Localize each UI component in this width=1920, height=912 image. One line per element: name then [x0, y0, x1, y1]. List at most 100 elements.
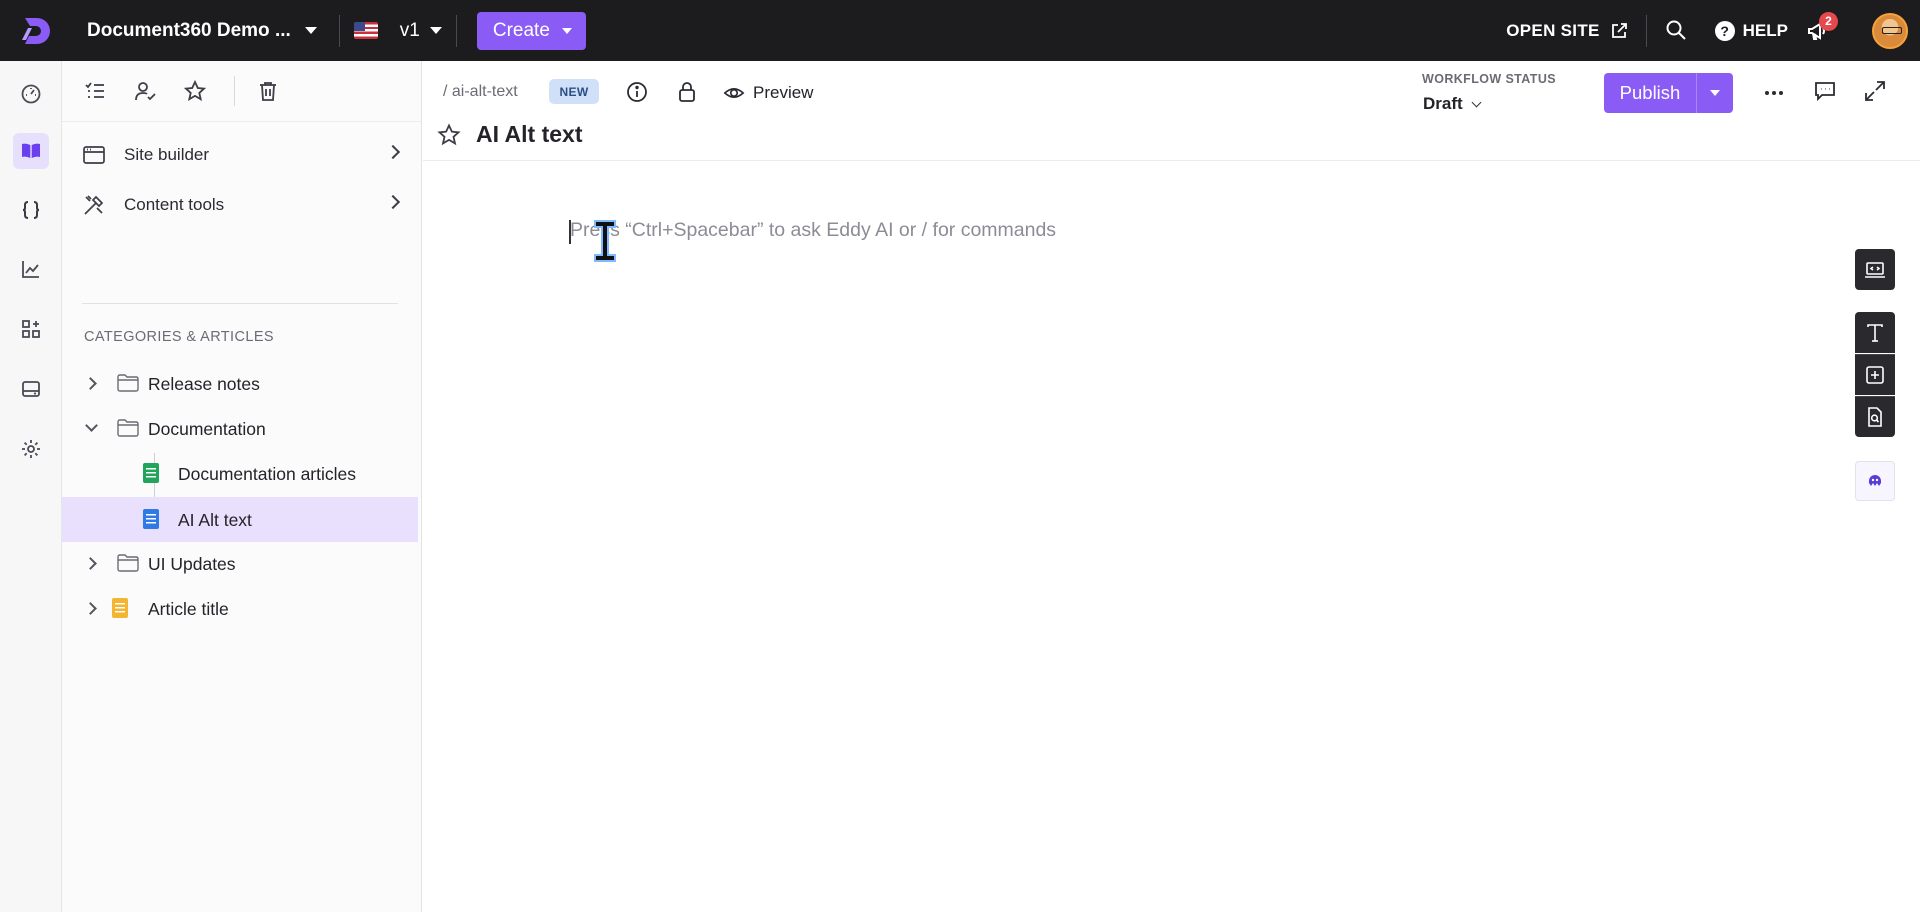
tree-item-release-notes[interactable]: Release notes [62, 361, 418, 406]
announcements-button[interactable]: 2 [1802, 11, 1838, 46]
folder-icon [117, 374, 139, 392]
text-format-button[interactable] [1855, 312, 1895, 353]
trash-icon[interactable] [251, 74, 285, 108]
expand-icon[interactable] [1863, 79, 1887, 103]
checklist-icon[interactable] [78, 74, 112, 108]
notification-badge: 2 [1819, 11, 1838, 31]
version-selector[interactable]: v1 [353, 19, 442, 42]
top-right-actions: OPEN SITE ? HELP 2 [1506, 0, 1920, 61]
site-builder-link[interactable]: Site builder [62, 132, 422, 178]
divider [82, 303, 398, 304]
document360-logo-icon[interactable] [0, 0, 72, 61]
more-options-icon[interactable] [1762, 81, 1786, 105]
star-icon[interactable] [178, 74, 212, 108]
ibeam-cursor-icon [594, 220, 616, 262]
preview-label: Preview [753, 83, 814, 102]
article-blue-icon [143, 509, 159, 529]
help-icon: ? [1714, 20, 1735, 41]
tree-item-label: Documentation [148, 419, 266, 439]
content-tools-label: Content tools [124, 195, 225, 214]
divider [338, 14, 340, 47]
chevron-down-icon [1471, 97, 1482, 107]
integrations-icon[interactable] [13, 311, 49, 347]
tree-item-documentation[interactable]: Documentation [62, 406, 418, 451]
preview-button[interactable]: Preview [723, 79, 813, 107]
external-link-icon [1611, 22, 1627, 38]
settings-gear-icon[interactable] [13, 431, 49, 467]
left-rail [0, 61, 62, 912]
chevron-down-icon[interactable] [85, 419, 98, 432]
insert-block-button[interactable] [1855, 354, 1895, 395]
assigned-user-icon[interactable] [128, 74, 162, 108]
file-search-icon [1868, 407, 1882, 427]
tree-item-ai-alt-text[interactable]: AI Alt text [62, 497, 418, 542]
api-braces-icon[interactable] [13, 192, 49, 228]
version-label: v1 [399, 19, 420, 41]
publish-options-button[interactable] [1696, 73, 1733, 113]
tree-item-article-title[interactable]: Article title [62, 586, 418, 631]
user-avatar[interactable] [1872, 12, 1908, 49]
analytics-icon[interactable] [13, 251, 49, 287]
article-editor: / ai-alt-text NEW Preview WORKFLOW STATU… [423, 61, 1920, 912]
workflow-status-label: WORKFLOW STATUS [1422, 72, 1556, 86]
search-icon[interactable] [1665, 19, 1689, 43]
editor-body[interactable]: Press “Ctrl+Spacebar” to ask Eddy AI or … [570, 219, 1056, 242]
lock-icon[interactable] [675, 80, 699, 104]
content-sidebar: Site builder Content tools CATEGORIES & … [62, 61, 422, 912]
widgets-icon[interactable] [13, 371, 49, 407]
chevron-right-icon[interactable] [84, 602, 97, 615]
create-button[interactable]: Create [476, 11, 586, 50]
content-tools-link[interactable]: Content tools [62, 182, 422, 228]
help-button[interactable]: ? HELP [1714, 20, 1788, 41]
open-site-link[interactable]: OPEN SITE [1506, 21, 1627, 41]
divider [455, 14, 457, 47]
publish-split-button: Publish [1604, 73, 1733, 113]
help-label: HELP [1742, 20, 1788, 40]
top-bar: Document360 Demo ... v1 Create OPEN SITE… [0, 0, 1920, 61]
open-site-label: OPEN SITE [1506, 20, 1600, 40]
status-badge: NEW [549, 79, 599, 104]
editor-mode-button[interactable] [1855, 249, 1895, 290]
tree-item-label: AI Alt text [178, 510, 252, 530]
info-icon[interactable] [625, 80, 649, 104]
article-slug[interactable]: / ai-alt-text [443, 83, 518, 101]
tree-item-documentation-articles[interactable]: Documentation articles [62, 451, 418, 496]
caret-down-icon [1710, 90, 1720, 96]
chevron-right-icon[interactable] [84, 377, 97, 390]
project-selector[interactable]: Document360 Demo ... [72, 20, 317, 42]
divider [1645, 14, 1647, 47]
chevron-right-icon [385, 194, 401, 210]
document-search-button[interactable] [1855, 396, 1895, 437]
article-header: / ai-alt-text NEW Preview WORKFLOW STATU… [423, 61, 1920, 161]
article-green-icon [143, 463, 159, 483]
text-t-icon [1867, 323, 1883, 342]
article-yellow-icon [112, 598, 128, 618]
eye-icon [723, 88, 745, 98]
eddy-ai-icon [1869, 475, 1881, 486]
workflow-status-value: Draft [1423, 94, 1463, 113]
publish-button[interactable]: Publish [1604, 73, 1696, 113]
create-label: Create [492, 19, 550, 41]
tree-item-label: Documentation articles [178, 464, 356, 484]
documentation-book-icon[interactable] [13, 133, 49, 169]
favorite-star-icon[interactable] [437, 123, 461, 147]
divider [234, 76, 235, 106]
laptop-code-icon [1865, 261, 1885, 278]
tree-item-label: UI Updates [148, 554, 236, 574]
caret-down-icon [429, 27, 442, 34]
article-title[interactable]: AI Alt text [476, 121, 583, 148]
dashboard-icon[interactable] [13, 76, 49, 112]
caret-down-icon [561, 27, 572, 34]
categories-heading: CATEGORIES & ARTICLES [84, 329, 274, 345]
caret-down-icon [304, 27, 317, 34]
chevron-right-icon[interactable] [84, 557, 97, 570]
eddy-ai-button[interactable] [1855, 461, 1895, 501]
comments-icon[interactable] [1813, 79, 1837, 103]
folder-icon [117, 554, 139, 572]
content-tools-icon [84, 195, 104, 215]
browser-window-icon [83, 146, 105, 164]
tree-item-ui-updates[interactable]: UI Updates [62, 541, 418, 586]
site-builder-label: Site builder [124, 145, 210, 164]
plus-square-icon [1866, 366, 1884, 384]
workflow-status-dropdown[interactable]: Draft [1423, 94, 1482, 114]
